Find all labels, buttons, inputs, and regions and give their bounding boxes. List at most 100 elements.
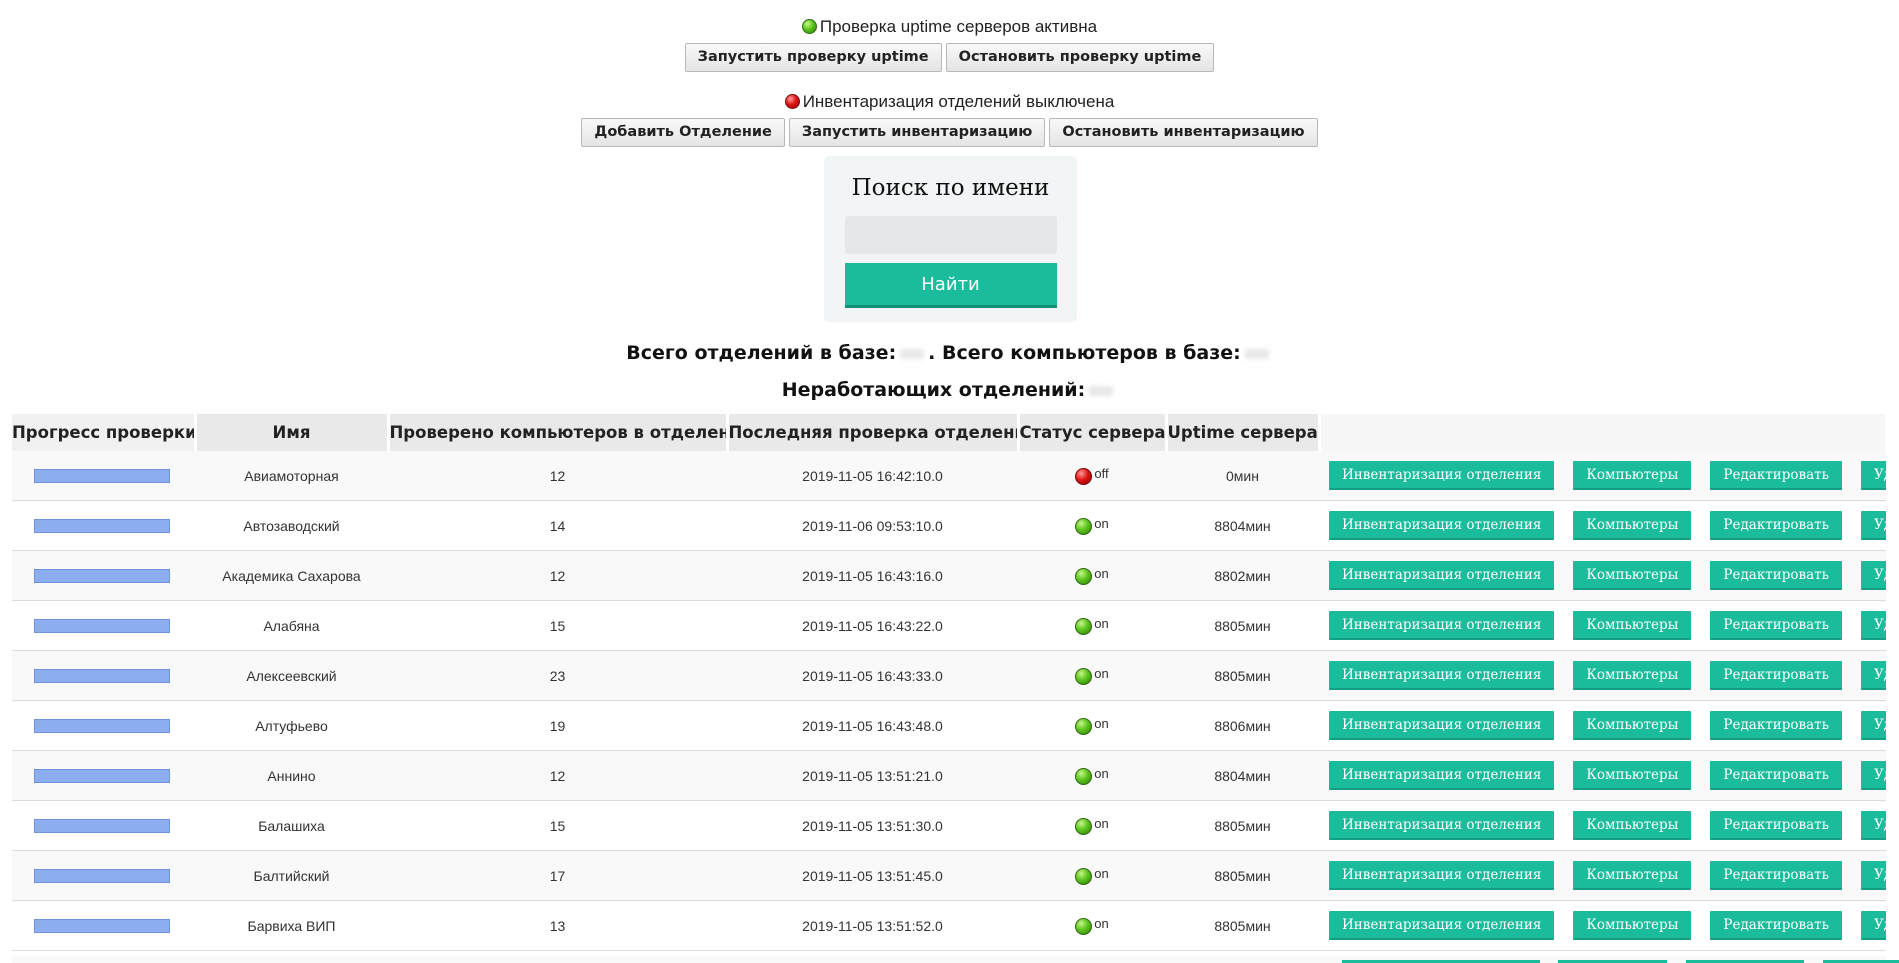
- progress-bar: [34, 868, 170, 883]
- cell-actions: Инвентаризация отделения Компьютеры Редакт…: [1319, 500, 1886, 551]
- computers-button[interactable]: Компьютеры: [1573, 661, 1692, 690]
- edit-button[interactable]: Редактировать: [1710, 461, 1842, 490]
- inventory-department-button[interactable]: Инвентаризация отделения: [1329, 661, 1555, 690]
- inventory-department-button[interactable]: Инвентаризация отделения: [1329, 461, 1555, 490]
- table-row: Алексеевский 23 2019-11-05 16:43:33.0 on 880…: [12, 650, 1886, 701]
- cell-server-status: on: [1018, 650, 1166, 701]
- computers-button[interactable]: Компьютеры: [1573, 761, 1692, 790]
- delete-button[interactable]: Удалить: [1861, 711, 1886, 740]
- table-header-row: Прогресс проверки Имя Проверено компьюте…: [12, 414, 1888, 451]
- totals-line: Всего отделений в базе: . Всего компьютер…: [0, 341, 1899, 365]
- table-row: Балтийский 17 2019-11-05 13:51:45.0 on 8805м…: [12, 850, 1886, 901]
- table-body: Авиамоторная 12 2019-11-05 16:42:10.0 off 0м…: [12, 451, 1886, 951]
- computers-button[interactable]: Компьютеры: [1573, 911, 1692, 940]
- cell-checked: 15: [388, 600, 727, 651]
- delete-button[interactable]: Удалить: [1861, 511, 1886, 540]
- delete-button[interactable]: Удалить: [1861, 811, 1886, 840]
- departments-table: Прогресс проверки Имя Проверено компьюте…: [12, 414, 1888, 951]
- header-server-status[interactable]: Статус сервера: [1018, 414, 1168, 451]
- cell-last-check: 2019-11-05 16:43:33.0: [727, 650, 1018, 701]
- edit-button[interactable]: Редактировать: [1710, 611, 1842, 640]
- uptime-status-green-icon: [801, 19, 817, 34]
- search-name-input[interactable]: [844, 216, 1057, 254]
- down-departments-line: Неработающих отделений:: [0, 378, 1899, 402]
- cell-last-check: 2019-11-05 13:51:52.0: [727, 900, 1018, 951]
- cell-name: Аннино: [195, 750, 388, 801]
- header-checked[interactable]: Проверено компьютеров в отделении: [388, 414, 729, 451]
- total-computers-value: [1244, 348, 1269, 359]
- progress-bar: [34, 718, 170, 733]
- edit-button[interactable]: Редактировать: [1710, 911, 1842, 940]
- edit-button[interactable]: Редактировать: [1710, 761, 1842, 790]
- delete-button[interactable]: Удалить: [1861, 661, 1886, 690]
- header-last-check[interactable]: Последняя проверка отделения: [727, 414, 1020, 451]
- edit-button[interactable]: Редактировать: [1710, 511, 1842, 540]
- delete-button[interactable]: Удалить: [1861, 761, 1886, 790]
- inventory-department-button[interactable]: Инвентаризация отделения: [1329, 861, 1555, 890]
- cell-checked: 13: [388, 900, 727, 951]
- stop-inventory-button[interactable]: Остановить инвентаризацию: [1049, 118, 1318, 147]
- status-text: on: [1094, 516, 1109, 531]
- cell-progress: [12, 700, 195, 751]
- progress-bar: [34, 618, 170, 633]
- inventory-department-button[interactable]: Инвентаризация отделения: [1329, 511, 1555, 540]
- delete-button[interactable]: Удалить: [1861, 611, 1886, 640]
- inventory-department-button[interactable]: Инвентаризация отделения: [1329, 911, 1555, 940]
- computers-button[interactable]: Компьютеры: [1573, 511, 1692, 540]
- delete-button[interactable]: Удалить: [1861, 561, 1886, 590]
- cell-uptime: 8804мин: [1166, 500, 1319, 551]
- progress-bar: [34, 468, 170, 483]
- status-text: on: [1094, 616, 1109, 631]
- uptime-button-row: Запустить проверку uptime Остановить пров…: [0, 43, 1899, 72]
- inventory-status-text: Инвентаризация отделений выключена: [802, 92, 1115, 111]
- computers-button[interactable]: Компьютеры: [1573, 461, 1692, 490]
- cell-uptime: 8805мин: [1166, 650, 1319, 701]
- inventory-department-button[interactable]: Инвентаризация отделения: [1329, 811, 1555, 840]
- progress-fill: [35, 569, 169, 582]
- computers-button[interactable]: Компьютеры: [1573, 811, 1692, 840]
- start-inventory-button[interactable]: Запустить инвентаризацию: [788, 118, 1046, 147]
- cell-progress: [12, 500, 195, 551]
- cell-progress: [12, 451, 195, 501]
- status-on-icon: [1075, 668, 1093, 685]
- add-department-button[interactable]: Добавить Отделение: [581, 118, 785, 147]
- status-text: on: [1094, 766, 1109, 781]
- edit-button[interactable]: Редактировать: [1710, 561, 1842, 590]
- computers-button[interactable]: Компьютеры: [1573, 561, 1692, 590]
- inventory-department-button[interactable]: Инвентаризация отделения: [1329, 711, 1555, 740]
- search-button[interactable]: Найти: [844, 263, 1057, 308]
- cell-last-check: 2019-11-06 09:53:10.0: [727, 500, 1018, 551]
- delete-button[interactable]: Удалить: [1861, 461, 1886, 490]
- cell-actions: Инвентаризация отделения Компьютеры Редакт…: [1319, 550, 1886, 601]
- computers-button[interactable]: Компьютеры: [1573, 861, 1692, 890]
- start-uptime-button[interactable]: Запустить проверку uptime: [684, 43, 942, 72]
- computers-button[interactable]: Компьютеры: [1573, 711, 1692, 740]
- cell-server-status: on: [1018, 850, 1166, 901]
- delete-button[interactable]: Удалить: [1861, 911, 1886, 940]
- edit-button[interactable]: Редактировать: [1710, 661, 1842, 690]
- stop-uptime-button[interactable]: Остановить проверку uptime: [945, 43, 1215, 72]
- edit-button[interactable]: Редактировать: [1710, 711, 1842, 740]
- edit-button[interactable]: Редактировать: [1710, 861, 1842, 890]
- status-on-icon: [1075, 618, 1093, 635]
- cell-actions: Инвентаризация отделения Компьютеры Редакт…: [1319, 600, 1886, 651]
- delete-button[interactable]: Удалить: [1861, 861, 1886, 890]
- cell-uptime: 0мин: [1166, 451, 1319, 501]
- status-on-icon: [1075, 868, 1093, 885]
- computers-button[interactable]: Компьютеры: [1573, 611, 1692, 640]
- edit-button[interactable]: Редактировать: [1710, 811, 1842, 840]
- cell-last-check: 2019-11-05 16:43:16.0: [727, 550, 1018, 601]
- progress-fill: [35, 619, 169, 632]
- inventory-department-button[interactable]: Инвентаризация отделения: [1329, 761, 1555, 790]
- progress-fill: [35, 669, 169, 682]
- inventory-department-button[interactable]: Инвентаризация отделения: [1329, 561, 1555, 590]
- cell-server-status: on: [1018, 900, 1166, 951]
- cell-actions: Инвентаризация отделения Компьютеры Редакт…: [1319, 650, 1886, 701]
- header-server-uptime[interactable]: Uptime сервера: [1166, 414, 1321, 451]
- cell-server-status: on: [1018, 750, 1166, 801]
- inventory-department-button[interactable]: Инвентаризация отделения: [1329, 611, 1555, 640]
- header-name[interactable]: Имя: [195, 414, 390, 451]
- cell-progress: [12, 650, 195, 701]
- header-progress[interactable]: Прогресс проверки: [12, 414, 197, 451]
- cell-actions: Инвентаризация отделения Компьютеры Редакт…: [1319, 900, 1886, 951]
